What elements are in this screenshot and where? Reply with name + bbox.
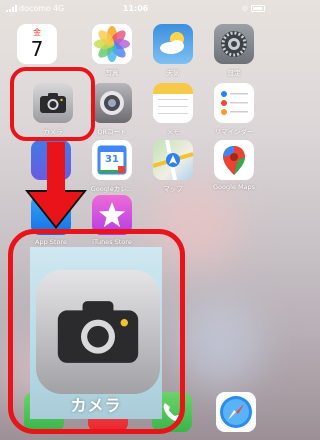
weather-icon (153, 24, 193, 64)
app-label: 設定 (227, 69, 241, 77)
safari-icon[interactable] (216, 392, 256, 432)
status-time: 11:06 (122, 3, 149, 13)
app-google-calendar[interactable]: 31 Googleカレ… (87, 140, 137, 193)
app-calendar[interactable]: 金 7 (12, 24, 62, 64)
app-label: QRコード (97, 128, 127, 136)
maps-icon (153, 140, 193, 180)
app-label: 写真 (105, 69, 119, 77)
camera-zoom-highlight-box (8, 229, 185, 434)
notes-icon (153, 83, 193, 123)
google-calendar-icon: 31 (92, 140, 132, 180)
app-label: リマインダー (214, 128, 254, 136)
app-label: Googleカレ… (90, 185, 134, 193)
app-notes[interactable]: メモ (148, 83, 198, 136)
down-arrow-icon (29, 192, 83, 226)
battery-icon (251, 4, 265, 12)
app-label: マップ (163, 185, 183, 193)
photos-icon (92, 24, 132, 64)
google-calendar-day: 31 (105, 154, 119, 165)
wallpaper-blob (180, 300, 260, 390)
app-weather[interactable]: 天気 (148, 24, 198, 77)
app-label: メモ (166, 128, 180, 136)
rotation-lock-icon: ◎ (241, 4, 248, 12)
down-arrow-shaft (47, 142, 65, 198)
app-label: 天気 (166, 69, 180, 77)
app-maps[interactable]: マップ (148, 140, 198, 193)
status-bar: docomo 4G 11:06 ◎ (0, 0, 271, 16)
camera-highlight-box (10, 67, 95, 141)
calendar-day: 7 (30, 37, 44, 61)
app-google-maps[interactable]: Google Maps (209, 140, 259, 191)
calendar-icon: 金 7 (17, 24, 57, 64)
settings-icon (214, 24, 254, 64)
qr-code-icon (92, 83, 132, 123)
app-reminders[interactable]: リマインダー (209, 83, 259, 136)
app-photos[interactable]: 写真 (87, 24, 137, 77)
google-maps-icon (214, 140, 254, 180)
app-label: Google Maps (212, 183, 256, 191)
status-right: ◎ (242, 4, 265, 12)
app-settings[interactable]: 設定 (209, 24, 259, 77)
reminders-icon (214, 83, 254, 123)
